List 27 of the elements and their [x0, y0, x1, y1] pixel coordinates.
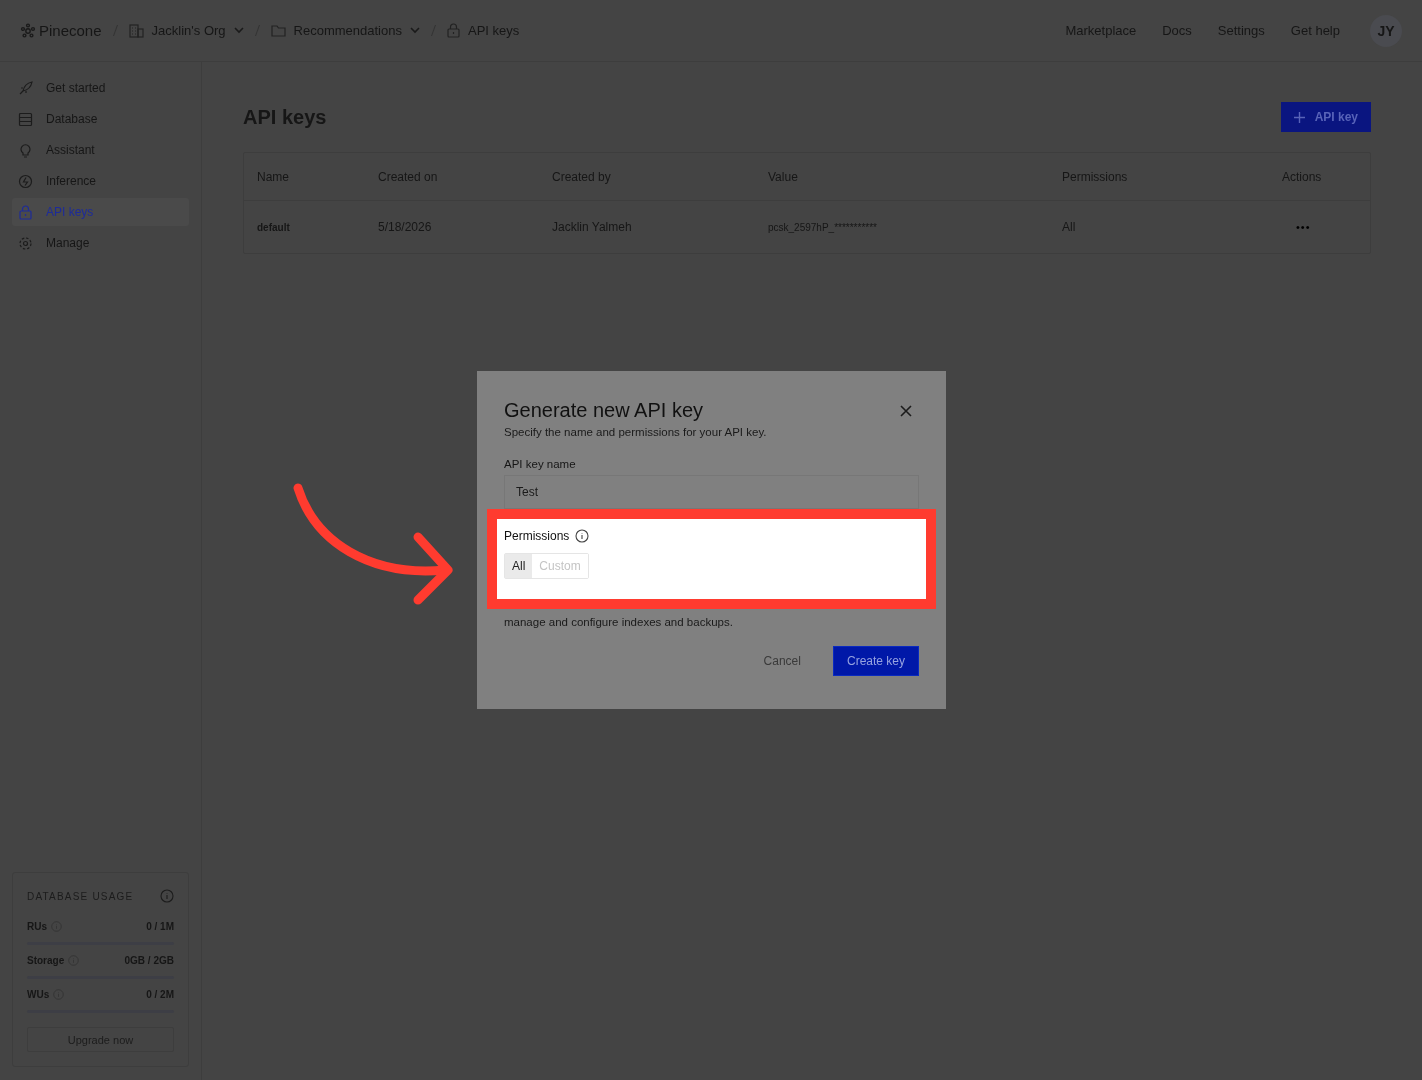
lightning-icon: [18, 173, 33, 189]
sidebar-item[interactable]: API keys: [12, 198, 189, 226]
user-avatar[interactable]: JY: [1370, 14, 1402, 47]
field-label: API key name: [504, 458, 577, 470]
gear-icon: [18, 235, 33, 251]
lock-icon: [18, 204, 33, 220]
api-key-name-field[interactable]: Test: [504, 475, 919, 509]
lock-icon: [446, 23, 460, 38]
permissions-note: manage and configure indexes and backups.: [504, 616, 734, 628]
chevron-down-icon[interactable]: [233, 27, 244, 34]
building-icon: [128, 23, 144, 38]
create-key-button[interactable]: Create key: [832, 646, 919, 676]
segment-option[interactable]: All: [505, 554, 533, 578]
cancel-button[interactable]: Cancel: [757, 653, 807, 669]
permissions-label: Permissions: [504, 529, 570, 543]
chevron-down-icon[interactable]: [409, 27, 420, 34]
more-actions-button[interactable]: •••: [1282, 221, 1311, 233]
close-icon[interactable]: [900, 404, 912, 417]
pinecone-logo-icon: [20, 22, 36, 39]
lightbulb-icon: [18, 142, 33, 158]
plus-icon: [1293, 111, 1305, 123]
dialog-subtitle: Specify the name and permissions for your API key.: [504, 426, 768, 438]
folder-icon: [270, 24, 286, 37]
info-icon[interactable]: [575, 529, 590, 543]
dialog-title: Generate new API key: [504, 399, 703, 422]
add-api-key-button[interactable]: API key: [1280, 102, 1371, 132]
database-icon: [18, 111, 33, 127]
